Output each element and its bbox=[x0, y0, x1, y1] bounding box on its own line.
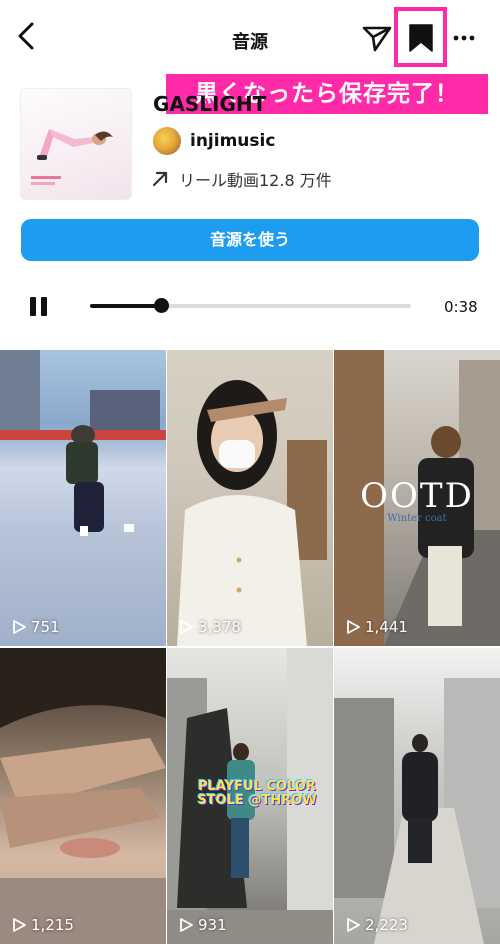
cover-figure bbox=[37, 129, 113, 160]
view-count: 931 bbox=[179, 916, 227, 934]
reel-tile[interactable]: 2,223 bbox=[334, 648, 500, 944]
reels-count-label: リール動画12.8 万件 bbox=[179, 171, 332, 190]
reels-count: リール動画12.8 万件 bbox=[151, 168, 332, 190]
reel-thumbnail bbox=[0, 350, 166, 536]
reel-thumbnail bbox=[334, 678, 500, 944]
view-count: 2,223 bbox=[346, 916, 408, 934]
cover-logo bbox=[31, 174, 71, 192]
reel-thumbnail bbox=[0, 648, 166, 944]
play-icon bbox=[180, 620, 193, 634]
artist-link[interactable]: injimusic bbox=[153, 127, 275, 155]
play-icon bbox=[13, 918, 26, 932]
view-count: 751 bbox=[12, 618, 60, 636]
reel-subcaption: Winter coat bbox=[387, 513, 447, 524]
pause-button[interactable] bbox=[30, 297, 50, 317]
pause-icon bbox=[30, 297, 36, 316]
playback-time: 0:38 bbox=[444, 298, 478, 316]
share-button[interactable] bbox=[362, 24, 392, 52]
reel-caption: OOTD bbox=[360, 476, 474, 516]
avatar bbox=[153, 127, 181, 155]
reel-caption: PLAYFUL COLOR STOLE @THROW bbox=[197, 779, 317, 808]
reel-tile[interactable]: OOTD Winter coat 1,441 bbox=[334, 350, 500, 646]
album-cover bbox=[20, 88, 132, 200]
play-icon bbox=[13, 620, 26, 634]
use-audio-button[interactable]: 音源を使う bbox=[21, 219, 479, 261]
arrow-up-right-icon bbox=[152, 171, 168, 187]
save-button[interactable] bbox=[394, 7, 447, 67]
play-icon bbox=[180, 918, 193, 932]
reel-tile[interactable]: 3,378 bbox=[167, 350, 333, 646]
progress-slider[interactable] bbox=[90, 298, 411, 313]
reel-tile[interactable]: PLAYFUL COLOR STOLE @THROW 931 bbox=[167, 648, 333, 944]
more-button[interactable] bbox=[453, 26, 475, 50]
play-icon bbox=[347, 918, 360, 932]
play-icon bbox=[347, 620, 360, 634]
view-count: 1,441 bbox=[346, 618, 408, 636]
progress-fill bbox=[90, 304, 161, 308]
progress-thumb[interactable] bbox=[153, 298, 169, 313]
audio-title: GASLIGHT bbox=[153, 92, 267, 116]
artist-name: injimusic bbox=[190, 131, 276, 151]
send-icon bbox=[362, 26, 392, 52]
view-count: 3,378 bbox=[179, 618, 241, 636]
view-count: 1,215 bbox=[12, 916, 74, 934]
reel-tile[interactable]: 1,215 bbox=[0, 648, 166, 944]
reel-thumbnail bbox=[177, 380, 327, 646]
bookmark-icon bbox=[409, 24, 433, 52]
top-bar: 音源 bbox=[0, 0, 500, 70]
more-icon bbox=[453, 35, 475, 41]
reel-tile[interactable]: 751 bbox=[0, 350, 166, 646]
